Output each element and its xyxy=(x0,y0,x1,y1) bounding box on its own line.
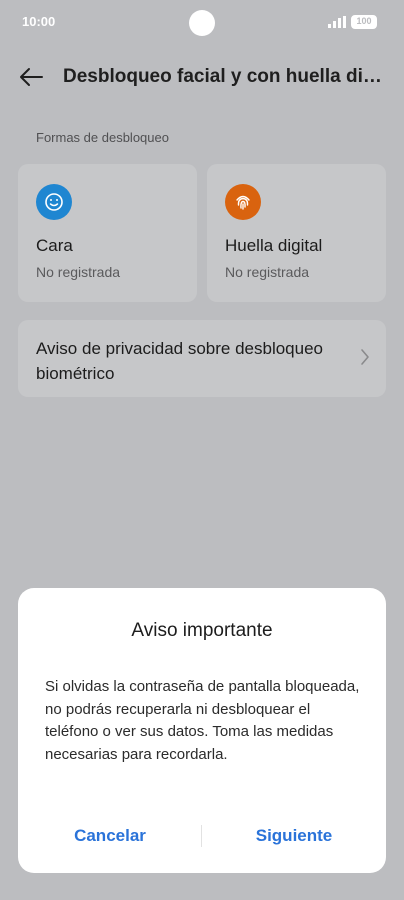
dialog-title: Aviso importante xyxy=(131,620,273,641)
fingerprint-icon xyxy=(225,184,261,220)
status-bar: 10:00 100 xyxy=(0,0,404,44)
signal-icon xyxy=(328,16,346,28)
face-unlock-card[interactable]: Cara No registrada xyxy=(18,164,197,302)
back-button[interactable] xyxy=(16,62,46,92)
arrow-left-icon xyxy=(20,68,43,86)
dialog-actions: Cancelar Siguiente xyxy=(18,816,386,856)
section-label: Formas de desbloqueo xyxy=(36,130,169,145)
privacy-notice-label: Aviso de privacidad sobre desbloqueo bio… xyxy=(36,339,323,383)
dialog-message: Si olvidas la contraseña de pantalla blo… xyxy=(45,678,360,763)
privacy-notice-item[interactable]: Aviso de privacidad sobre desbloqueo bio… xyxy=(18,320,386,397)
app-header: Desbloqueo facial y con huella digital xyxy=(0,56,404,98)
page-title: Desbloqueo facial y con huella digital xyxy=(63,66,387,87)
status-time: 10:00 xyxy=(22,14,56,29)
camera-cutout xyxy=(189,10,215,36)
fingerprint-card-status: No registrada xyxy=(225,264,310,280)
fingerprint-card-title: Huella digital xyxy=(225,236,323,255)
next-button[interactable]: Siguiente xyxy=(202,816,386,856)
battery-icon: 100 xyxy=(351,15,377,29)
face-icon xyxy=(36,184,72,220)
fingerprint-unlock-card[interactable]: Huella digital No registrada xyxy=(207,164,386,302)
battery-level: 100 xyxy=(356,16,372,26)
important-notice-dialog: Aviso importante Si olvidas la contraseñ… xyxy=(18,588,386,873)
cancel-button[interactable]: Cancelar xyxy=(18,816,202,856)
face-card-title: Cara xyxy=(36,236,73,255)
chevron-right-icon xyxy=(361,349,369,365)
face-card-status: No registrada xyxy=(36,264,121,280)
